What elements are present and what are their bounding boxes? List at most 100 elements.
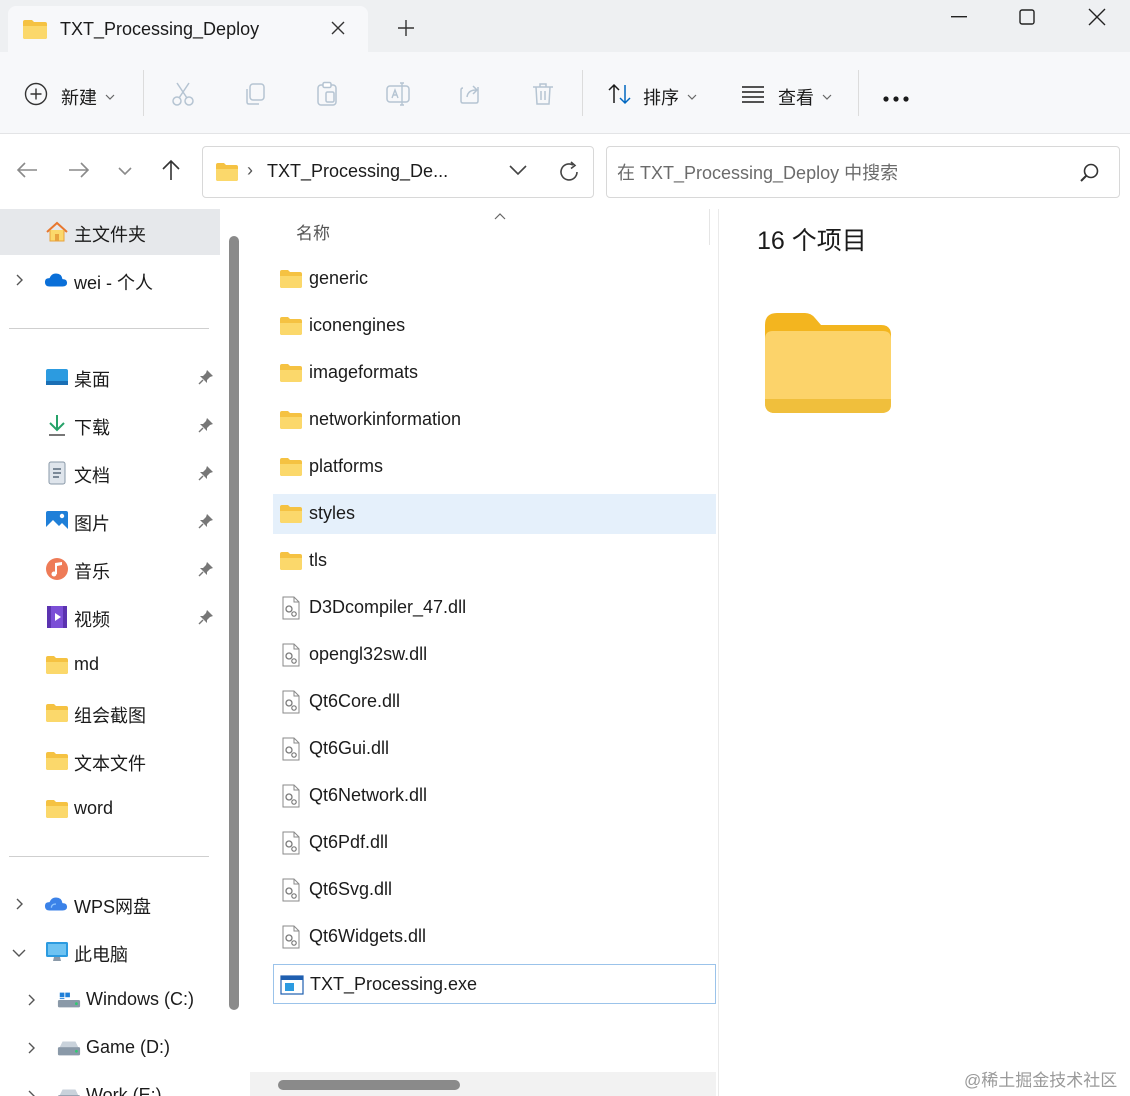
active-tab[interactable]: TXT_Processing_Deploy xyxy=(8,6,368,52)
arrow-right-icon xyxy=(68,161,90,184)
sidebar-item-drive-d[interactable]: Game (D:) xyxy=(0,1025,220,1071)
sidebar-item-label: word xyxy=(74,798,114,818)
pin-icon[interactable] xyxy=(198,609,214,630)
file-row[interactable]: Qt6Core.dll xyxy=(273,682,716,722)
recent-locations-button[interactable] xyxy=(108,155,142,189)
file-row[interactable]: imageformats xyxy=(273,353,716,393)
dll-file-icon xyxy=(279,596,303,620)
file-row[interactable]: iconengines xyxy=(273,306,716,346)
new-tab-button[interactable] xyxy=(392,14,420,42)
executable-icon xyxy=(280,973,304,997)
minimize-button[interactable] xyxy=(924,0,994,34)
rename-icon[interactable] xyxy=(385,81,411,112)
file-row[interactable]: opengl32sw.dll xyxy=(273,635,716,675)
sidebar-item-documents[interactable]: 文档 xyxy=(0,450,220,496)
chevron-right-icon[interactable] xyxy=(25,1041,39,1055)
pin-icon[interactable] xyxy=(198,417,214,438)
pin-icon[interactable] xyxy=(198,513,214,534)
file-row[interactable]: TXT_Processing.exe xyxy=(273,964,716,1004)
column-divider[interactable] xyxy=(709,209,710,245)
file-name: Qt6Gui.dll xyxy=(309,738,390,758)
sidebar-item-drive-e[interactable]: Work (E:) xyxy=(0,1073,220,1096)
pin-icon[interactable] xyxy=(198,465,214,486)
music-icon xyxy=(45,557,69,581)
chevron-right-icon[interactable] xyxy=(13,273,27,287)
sidebar-item-home[interactable]: 主文件夹 xyxy=(0,209,220,255)
sidebar-item-label: 下载 xyxy=(74,418,110,438)
refresh-icon[interactable] xyxy=(557,160,581,189)
sidebar-item-label: 图片 xyxy=(74,514,110,534)
chevron-right-icon[interactable] xyxy=(25,1089,39,1096)
folder-icon xyxy=(45,653,69,677)
search-input[interactable] xyxy=(617,159,1067,187)
sidebar-item-downloads[interactable]: 下载 xyxy=(0,402,220,448)
sort-icon xyxy=(607,82,633,111)
sidebar-item-music[interactable]: 音乐 xyxy=(0,546,220,592)
close-window-button[interactable] xyxy=(1062,0,1130,34)
pin-icon[interactable] xyxy=(198,561,214,582)
chevron-right-icon[interactable] xyxy=(13,897,27,911)
file-row[interactable]: networkinformation xyxy=(273,400,716,440)
sidebar-item-meeting-screenshots[interactable]: 组会截图 xyxy=(0,690,220,736)
copy-icon[interactable] xyxy=(242,81,268,112)
more-options-button[interactable] xyxy=(882,90,910,108)
forward-button[interactable] xyxy=(62,155,96,189)
file-name: Qt6Network.dll xyxy=(309,785,428,805)
sort-button[interactable]: 排序 xyxy=(607,82,697,111)
file-row[interactable]: Qt6Svg.dll xyxy=(273,870,716,910)
chevron-right-icon[interactable] xyxy=(25,993,39,1007)
sidebar-item-desktop[interactable]: 桌面 xyxy=(0,354,220,400)
folder-icon xyxy=(22,18,48,45)
file-row[interactable]: Qt6Pdf.dll xyxy=(273,823,716,863)
search-box[interactable] xyxy=(606,146,1120,198)
address-history-chevron-icon[interactable] xyxy=(509,163,527,181)
sidebar-scrollbar-thumb[interactable] xyxy=(229,236,239,1010)
command-bar: 新建 排序 查看 xyxy=(0,52,1130,134)
navigation-pane: 主文件夹 wei - 个人 桌面 下载 文档 图片 音乐 视频 md 组会截图 … xyxy=(0,209,220,1096)
file-name: iconengines xyxy=(309,315,406,335)
view-button[interactable]: 查看 xyxy=(740,82,832,111)
file-row[interactable]: styles xyxy=(273,494,716,534)
sidebar-item-wps-drive[interactable]: WPS网盘 xyxy=(0,881,220,927)
file-row[interactable]: generic xyxy=(273,259,716,299)
file-row[interactable]: Qt6Widgets.dll xyxy=(273,917,716,957)
address-bar[interactable]: › TXT_Processing_De... xyxy=(202,146,594,198)
share-icon[interactable] xyxy=(458,81,484,112)
maximize-button[interactable] xyxy=(992,0,1062,34)
cut-icon[interactable] xyxy=(170,81,196,112)
back-button[interactable] xyxy=(10,155,44,189)
new-button[interactable]: 新建 xyxy=(24,82,115,111)
file-row[interactable]: platforms xyxy=(273,447,716,487)
pin-icon[interactable] xyxy=(198,369,214,390)
up-button[interactable] xyxy=(154,155,188,189)
file-row[interactable]: Qt6Gui.dll xyxy=(273,729,716,769)
navigation-bar: › TXT_Processing_De... xyxy=(0,135,1130,209)
sidebar-item-label: Game (D:) xyxy=(86,1037,171,1057)
toolbar-divider xyxy=(858,70,859,116)
sidebar-item-videos[interactable]: 视频 xyxy=(0,594,220,640)
search-icon[interactable] xyxy=(1079,162,1101,189)
horizontal-scrollbar-thumb[interactable] xyxy=(278,1080,460,1090)
breadcrumb-current[interactable]: TXT_Processing_De... xyxy=(267,161,448,182)
sidebar-item-text-files[interactable]: 文本文件 xyxy=(0,738,220,784)
sidebar-item-this-pc[interactable]: 此电脑 xyxy=(0,929,220,975)
sidebar-item-onedrive[interactable]: wei - 个人 xyxy=(0,257,220,303)
dll-file-icon xyxy=(279,737,303,761)
close-tab-icon[interactable] xyxy=(326,16,350,40)
sidebar-item-pictures[interactable]: 图片 xyxy=(0,498,220,544)
paste-icon[interactable] xyxy=(314,81,340,112)
sidebar-item-word[interactable]: word xyxy=(0,786,220,832)
details-pane: 16 个项目 xyxy=(718,209,1130,1096)
file-name: opengl32sw.dll xyxy=(309,644,428,664)
sidebar-item-label: WPS网盘 xyxy=(74,897,152,917)
column-header-name[interactable]: 名称 xyxy=(296,219,330,244)
arrow-left-icon xyxy=(16,161,38,184)
sidebar-item-drive-c[interactable]: Windows (C:) xyxy=(0,977,220,1023)
file-row[interactable]: Qt6Network.dll xyxy=(273,776,716,816)
drive-icon xyxy=(57,1036,81,1060)
delete-icon[interactable] xyxy=(530,81,556,112)
file-row[interactable]: tls xyxy=(273,541,716,581)
sidebar-item-md[interactable]: md xyxy=(0,642,220,688)
file-row[interactable]: D3Dcompiler_47.dll xyxy=(273,588,716,628)
chevron-down-icon[interactable] xyxy=(12,946,26,960)
